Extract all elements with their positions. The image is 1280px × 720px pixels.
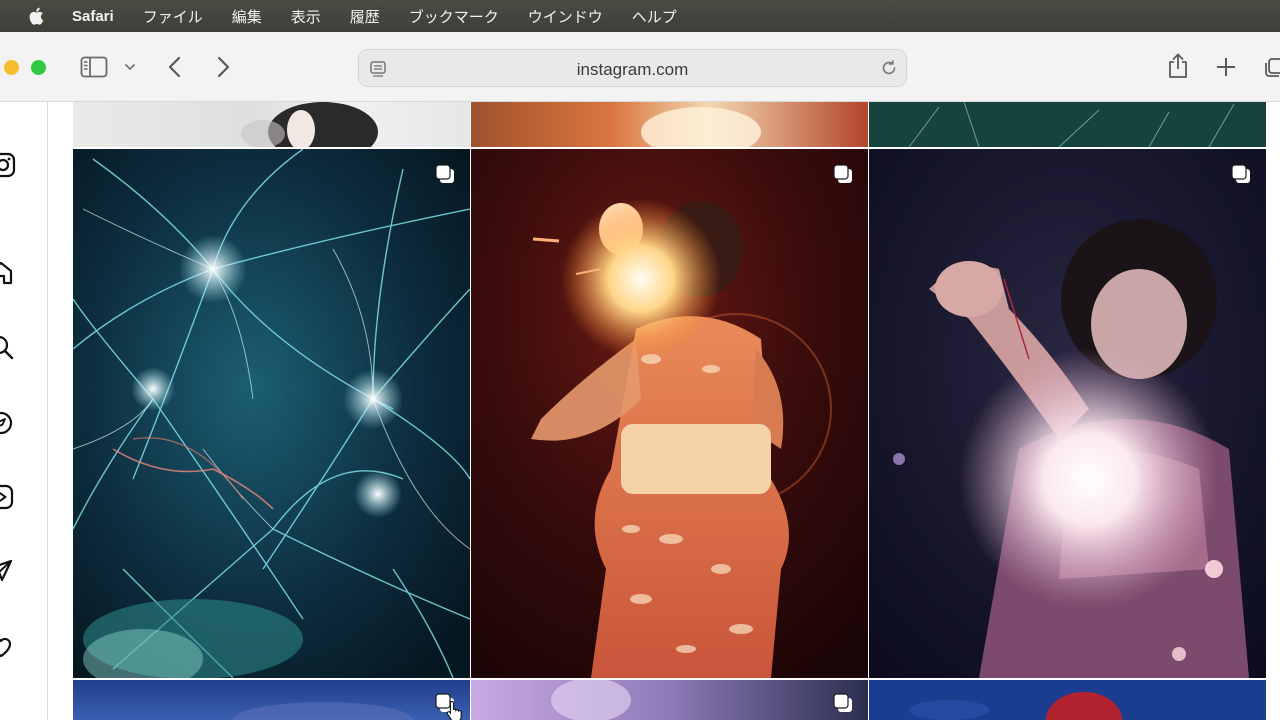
post-tile[interactable] <box>471 102 868 147</box>
post-tile[interactable] <box>869 149 1266 678</box>
macos-menubar: Safari ファイル 編集 表示 履歴 ブックマーク ウインドウ ヘルプ <box>0 0 1280 32</box>
messages-icon[interactable] <box>0 558 14 584</box>
address-bar[interactable]: instagram.com <box>358 49 907 87</box>
sidebar-toggle-icon[interactable] <box>80 56 108 78</box>
menu-bookmarks[interactable]: ブックマーク <box>409 6 499 27</box>
post-tile[interactable] <box>869 102 1266 147</box>
back-icon[interactable] <box>167 56 183 78</box>
notifications-icon[interactable] <box>0 634 14 660</box>
post-image <box>73 680 470 720</box>
post-image <box>471 149 868 678</box>
profile-post-grid <box>48 102 1280 720</box>
post-tile[interactable] <box>869 680 1266 720</box>
post-tile[interactable] <box>471 680 868 720</box>
new-tab-icon[interactable] <box>1215 56 1237 78</box>
post-image <box>471 680 868 720</box>
post-image <box>869 102 1266 147</box>
post-tile[interactable] <box>73 680 470 720</box>
post-image <box>869 680 1266 720</box>
menu-edit[interactable]: 編集 <box>232 6 262 27</box>
post-tile[interactable] <box>73 149 470 678</box>
zoom-button[interactable] <box>31 60 46 75</box>
minimize-button[interactable] <box>4 60 19 75</box>
home-icon[interactable] <box>0 260 14 286</box>
safari-toolbar: instagram.com <box>0 32 1280 102</box>
multiple-images-icon <box>435 164 454 183</box>
chevron-down-icon[interactable] <box>124 63 136 71</box>
menu-view[interactable]: 表示 <box>291 6 321 27</box>
menu-window[interactable]: ウインドウ <box>528 6 603 27</box>
hand-cursor-icon <box>446 700 462 720</box>
tab-overview-icon[interactable] <box>1264 56 1280 78</box>
menu-app-safari[interactable]: Safari <box>72 8 114 25</box>
share-icon[interactable] <box>1166 52 1190 80</box>
instagram-nav-rail <box>0 102 48 720</box>
multiple-images-icon <box>1231 164 1250 183</box>
url-text[interactable]: instagram.com <box>359 60 906 80</box>
forward-icon[interactable] <box>215 56 231 78</box>
post-image <box>73 149 470 678</box>
reels-icon[interactable] <box>0 484 14 510</box>
multiple-images-icon <box>833 164 852 183</box>
instagram-logo-icon[interactable] <box>0 152 16 178</box>
post-tile[interactable] <box>471 149 868 678</box>
menu-help[interactable]: ヘルプ <box>632 6 677 27</box>
post-image <box>869 149 1266 678</box>
multiple-images-icon <box>833 693 852 712</box>
post-tile[interactable] <box>73 102 470 147</box>
reload-icon[interactable] <box>880 59 898 77</box>
menu-history[interactable]: 履歴 <box>350 6 380 27</box>
menu-file[interactable]: ファイル <box>143 6 203 27</box>
post-image <box>73 102 470 147</box>
apple-logo-icon[interactable] <box>28 7 44 25</box>
explore-icon[interactable] <box>0 410 14 436</box>
search-icon[interactable] <box>0 334 14 360</box>
post-image <box>471 102 868 147</box>
